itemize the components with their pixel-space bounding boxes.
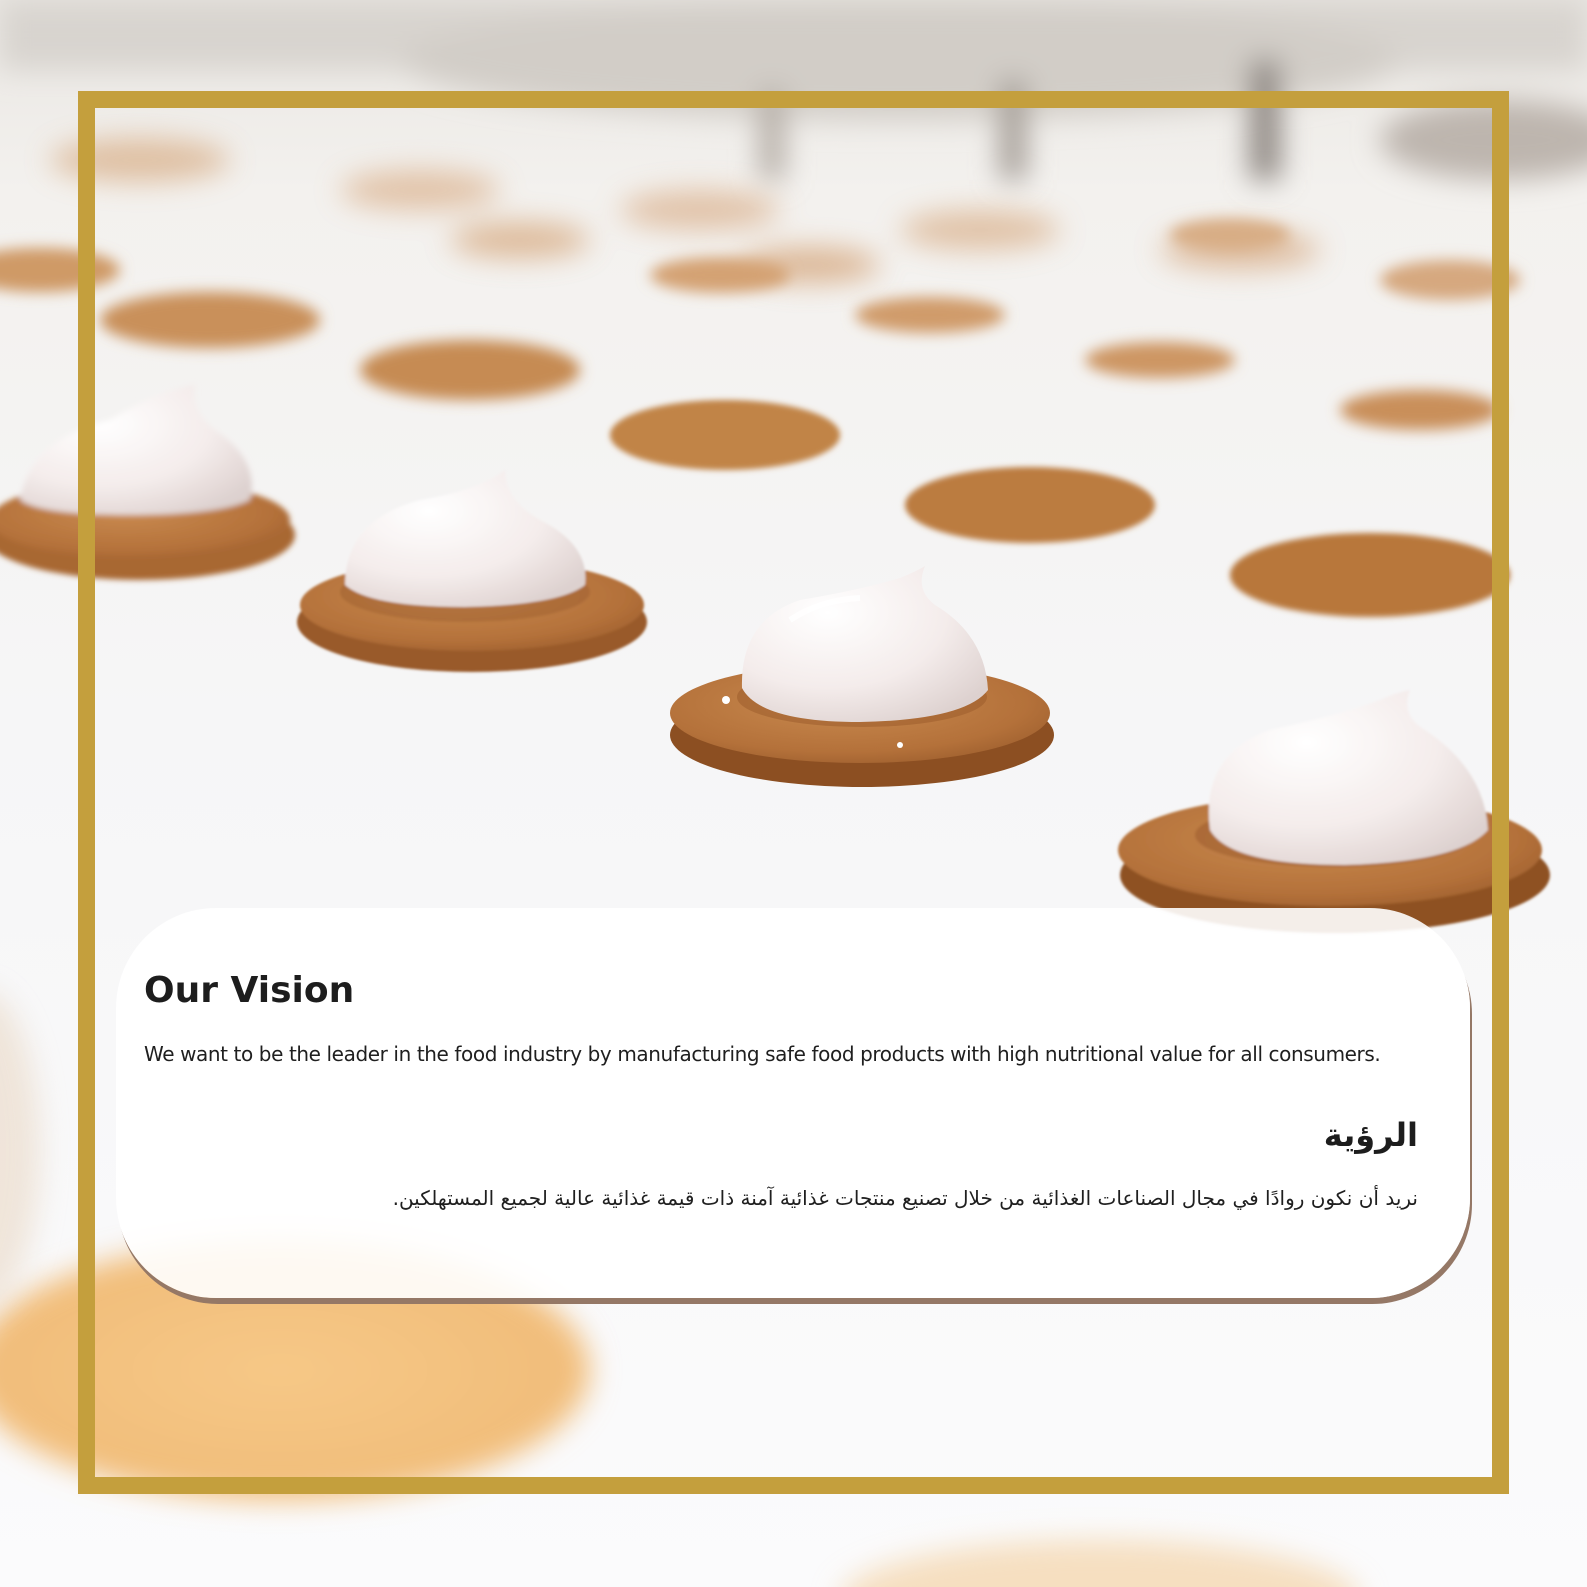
vision-title-ar: الرؤية <box>1323 1116 1418 1154</box>
vision-body-ar: نريد أن نكون روادًا في مجال الصناعات الغ… <box>392 1186 1418 1210</box>
background-photo <box>0 0 1587 1587</box>
vision-body-en: We want to be the leader in the food ind… <box>144 1042 1381 1066</box>
vision-card: Our Vision We want to be the leader in t… <box>116 908 1470 1298</box>
vision-title-en: Our Vision <box>144 970 355 1011</box>
